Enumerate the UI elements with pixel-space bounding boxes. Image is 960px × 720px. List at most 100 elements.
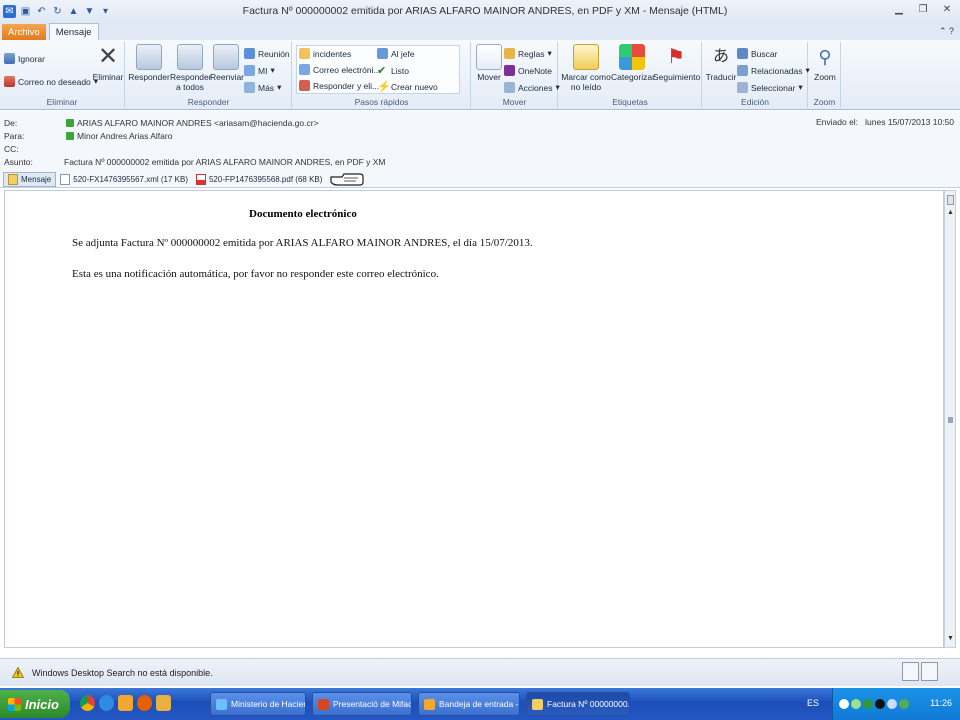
acciones-button[interactable]: Acciones ▾ bbox=[504, 82, 560, 93]
network-icon[interactable] bbox=[851, 699, 861, 709]
mas-button[interactable]: Más ▾ bbox=[244, 82, 281, 93]
firefox-icon[interactable] bbox=[137, 695, 152, 711]
mover-button[interactable]: Mover bbox=[476, 44, 502, 82]
status-text: Windows Desktop Search no está disponibl… bbox=[32, 667, 213, 678]
presence-icon bbox=[66, 119, 74, 127]
group-etiquetas: Marcar como no leído Categorizar ⚑ Segui… bbox=[559, 42, 702, 108]
task-presentacion[interactable]: Presentació de Mifact... bbox=[312, 692, 412, 716]
mi-button[interactable]: MI ▾ bbox=[244, 65, 275, 76]
reply-all-icon bbox=[177, 44, 203, 70]
language-indicator[interactable]: ES bbox=[807, 698, 819, 708]
relacionadas-button[interactable]: Relacionadas ▾ bbox=[737, 65, 810, 76]
lightning-icon: ⚡ bbox=[377, 81, 391, 93]
scroll-thumb[interactable] bbox=[948, 417, 953, 423]
ie-icon[interactable] bbox=[99, 695, 114, 711]
message-body[interactable]: Documento electrónico Se adjunta Factura… bbox=[4, 190, 944, 648]
reunion-button[interactable]: Reunión bbox=[244, 48, 290, 59]
attachment-xml[interactable]: 520-FX1476395567.xml (17 KB) bbox=[56, 172, 192, 187]
eliminar-button[interactable]: ✕ Eliminar bbox=[92, 43, 124, 83]
move-folder-icon bbox=[476, 44, 502, 70]
volume-icon[interactable] bbox=[887, 699, 897, 709]
people-pane-toggle-icon[interactable] bbox=[947, 195, 954, 205]
sent-date: Enviado el: lunes 15/07/2013 10:50 bbox=[815, 117, 954, 127]
quickstep-crear-nuevo[interactable]: ⚡ Crear nuevo bbox=[377, 80, 438, 93]
maximize-button[interactable]: ❐ bbox=[916, 3, 930, 17]
save-icon[interactable]: ▣ bbox=[19, 5, 32, 18]
ignorar-button[interactable]: Ignorar bbox=[4, 53, 45, 64]
reenviar-button[interactable]: Reenviar bbox=[210, 44, 244, 82]
clock[interactable]: 11:26 bbox=[930, 698, 952, 708]
message-header: De: ARIAS ALFARO MAINOR ANDRES <ariasam@… bbox=[0, 111, 960, 171]
seleccionar-button[interactable]: Seleccionar ▾ bbox=[737, 82, 803, 93]
from-value[interactable]: ARIAS ALFARO MAINOR ANDRES <ariasam@haci… bbox=[77, 118, 319, 128]
onenote-button[interactable]: OneNote bbox=[504, 65, 552, 76]
up-arrow-icon[interactable]: ▲ bbox=[67, 5, 80, 18]
seguimiento-button[interactable]: ⚑ Seguimiento bbox=[653, 44, 700, 82]
shield-icon[interactable] bbox=[899, 699, 909, 709]
quickstep-listo[interactable]: ✔ Listo bbox=[377, 64, 409, 77]
actions-icon bbox=[504, 82, 515, 93]
ribbon-tabs: Archivo Mensaje ⌃ ? bbox=[0, 22, 960, 41]
task-factura[interactable]: Factura Nº 00000000... bbox=[526, 692, 630, 716]
delete-icon: ✕ bbox=[97, 43, 119, 70]
responder-todos-button[interactable]: Responder a todos bbox=[170, 44, 212, 92]
quickstep-correo[interactable]: Correo electróni... bbox=[299, 64, 381, 75]
task-bandeja[interactable]: Bandeja de entrada -... bbox=[418, 692, 520, 716]
tab-mensaje[interactable]: Mensaje bbox=[48, 23, 99, 41]
security-icon[interactable] bbox=[863, 699, 873, 709]
outlook-icon[interactable]: ✉ bbox=[3, 4, 16, 18]
quickstep-al-jefe[interactable]: Al jefe bbox=[377, 48, 415, 59]
responder-button[interactable]: Responder bbox=[128, 44, 170, 82]
to-label: Para: bbox=[4, 131, 25, 141]
help-icon[interactable] bbox=[839, 699, 849, 709]
tab-archivo[interactable]: Archivo bbox=[2, 24, 46, 41]
more-icon bbox=[244, 82, 255, 93]
traducir-button[interactable]: あ Traducir bbox=[705, 44, 737, 82]
taskbar: Inicio Ministerio de Haciend... Presenta… bbox=[0, 688, 960, 720]
down-arrow-icon[interactable]: ▼ bbox=[83, 5, 96, 18]
scroll-up-icon[interactable]: ▲ bbox=[946, 209, 955, 219]
marcar-no-leido-button[interactable]: Marcar como no leído bbox=[561, 44, 611, 92]
mail-icon bbox=[299, 64, 310, 75]
undo-icon[interactable]: ↶ bbox=[35, 5, 48, 18]
cc-row: CC: bbox=[4, 144, 64, 154]
categorizar-button[interactable]: Categorizar bbox=[611, 44, 655, 82]
group-label: Zoom bbox=[813, 97, 836, 107]
contact-photo-icon[interactable] bbox=[921, 662, 938, 681]
task-ministerio[interactable]: Ministerio de Haciend... bbox=[210, 692, 306, 716]
chrome-icon[interactable] bbox=[80, 695, 95, 711]
contact-photo-icon[interactable] bbox=[902, 662, 919, 681]
app-icon[interactable] bbox=[156, 695, 171, 711]
status-bar: Windows Desktop Search no está disponibl… bbox=[0, 658, 960, 686]
close-button[interactable]: ✕ bbox=[940, 3, 954, 17]
customize-icon[interactable]: ▾ bbox=[99, 5, 112, 18]
outlook-icon[interactable] bbox=[118, 695, 133, 711]
antivirus-icon[interactable] bbox=[875, 699, 885, 709]
onenote-icon bbox=[504, 65, 515, 76]
start-button[interactable]: Inicio bbox=[0, 690, 70, 718]
reglas-button[interactable]: Reglas ▾ bbox=[504, 48, 552, 59]
group-edicion: あ Traducir Buscar Relacionadas ▾ Seleccio… bbox=[703, 42, 810, 108]
chevron-down-icon: ▾ bbox=[798, 82, 803, 92]
outlook-icon bbox=[424, 698, 435, 710]
windows-logo-icon bbox=[8, 697, 21, 711]
ribbon: Ignorar Correo no deseado ▾ ✕ Eliminar El… bbox=[0, 40, 960, 110]
correo-no-deseado-button[interactable]: Correo no deseado ▾ bbox=[4, 76, 98, 87]
select-icon bbox=[737, 82, 748, 93]
scroll-down-icon[interactable]: ▼ bbox=[946, 635, 955, 645]
zoom-button[interactable]: ⚲ Zoom bbox=[811, 44, 839, 82]
to-value[interactable]: Minor Andres Arias Alfaro bbox=[77, 131, 172, 141]
redo-icon[interactable]: ↻ bbox=[51, 5, 64, 18]
help-icon[interactable]: ⌃ ? bbox=[939, 26, 954, 37]
forward-icon bbox=[213, 44, 239, 70]
quick-launch bbox=[80, 695, 171, 711]
envelope-icon bbox=[8, 173, 18, 185]
buscar-button[interactable]: Buscar bbox=[737, 48, 777, 59]
minimize-button[interactable]: ▁ bbox=[892, 3, 906, 17]
quickstep-incidentes[interactable]: incidentes bbox=[299, 48, 351, 59]
attachment-mensaje[interactable]: Mensaje bbox=[3, 171, 57, 187]
group-label: Mover bbox=[502, 97, 527, 107]
vertical-scrollbar[interactable]: ▲ ▼ bbox=[944, 190, 956, 648]
quickstep-responder-eliminar[interactable]: Responder y eli... bbox=[299, 80, 379, 91]
attachment-pdf[interactable]: 520-FP1476395568.pdf (68 KB) bbox=[192, 172, 326, 187]
